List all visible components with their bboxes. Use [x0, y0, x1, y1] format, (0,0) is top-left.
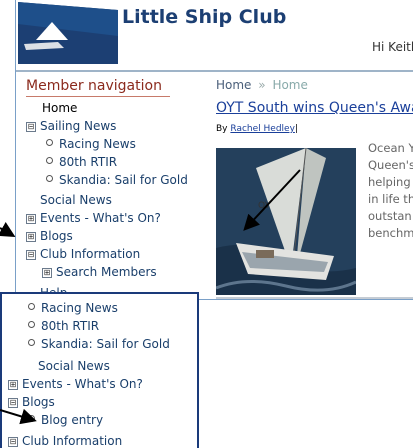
nav-item-sailing-news[interactable]: ⊟ Sailing News	[26, 118, 116, 134]
svg-text:OY: OY	[258, 201, 271, 211]
excerpt-line: in life th	[368, 192, 413, 206]
nav-item-club-information[interactable]: ⊟ Club Information	[8, 433, 122, 448]
excerpt-line: Queen's	[368, 158, 413, 172]
member-navigation-title: Member navigation	[26, 78, 170, 97]
nav-item-label: Blogs	[22, 395, 55, 409]
bullet-icon	[46, 175, 53, 182]
bullet-icon	[28, 303, 35, 310]
nav-item-label: 80th RTIR	[41, 319, 100, 333]
nav-item-label: 80th RTIR	[59, 155, 118, 169]
sailing-yacht-image: OY	[216, 148, 356, 295]
bullet-icon	[28, 415, 35, 422]
navigation-after-screenshot: Racing News 80th RTIR Skandia: Sail for …	[0, 292, 199, 448]
byline-prefix: By	[216, 124, 228, 134]
bullet-icon	[28, 321, 35, 328]
nav-item-blog-entry[interactable]: Blog entry	[28, 412, 103, 428]
nav-item-label: Home	[42, 101, 78, 115]
nav-item-label: Skandia: Sail for Gold	[59, 173, 188, 187]
byline-separator: |	[294, 124, 298, 134]
nav-item-blogs[interactable]: ⊞ Blogs	[26, 228, 73, 244]
article-excerpt: Ocean Y Queen's helping in life th outst…	[368, 140, 413, 242]
breadcrumb-home-link[interactable]: Home	[216, 78, 251, 92]
nav-item-label: Sailing News	[40, 119, 117, 133]
author-link[interactable]: Rachel Hedley	[230, 124, 295, 134]
nav-item-home[interactable]: Home	[42, 100, 77, 116]
nav-item-label: Club Information	[22, 434, 123, 448]
nav-item-label: Search Members	[56, 265, 157, 279]
breadcrumb-separator: »	[258, 78, 266, 92]
excerpt-line: Ocean Y	[368, 141, 413, 155]
breadcrumb-current[interactable]: Home	[272, 78, 307, 92]
nav-item-blogs[interactable]: ⊟ Blogs	[8, 394, 55, 410]
collapse-icon[interactable]: ⊟	[26, 122, 36, 132]
nav-item-80th-rtir[interactable]: 80th RTIR	[28, 318, 99, 334]
nav-item-events[interactable]: ⊞ Events - What's On?	[8, 376, 143, 392]
nav-item-label: Blog entry	[41, 413, 104, 427]
arrow-to-blogs	[0, 222, 16, 238]
expand-icon[interactable]: ⊞	[26, 232, 36, 242]
nav-item-label: Social News	[40, 193, 112, 207]
nav-item-racing-news[interactable]: Racing News	[46, 136, 136, 152]
nav-item-club-information[interactable]: ⊟ Club Information	[26, 246, 140, 262]
nav-item-skandia[interactable]: Skandia: Sail for Gold	[28, 336, 170, 352]
club-flag-logo-icon[interactable]	[18, 2, 118, 64]
nav-item-label: Racing News	[59, 137, 136, 151]
nav-item-label: Events - What's On?	[22, 377, 143, 391]
content-divider	[216, 297, 413, 299]
collapse-icon[interactable]: ⊟	[8, 398, 18, 408]
article-photo[interactable]: OY	[216, 148, 356, 295]
collapse-icon[interactable]: ⊟	[8, 437, 18, 447]
bullet-icon	[46, 157, 53, 164]
user-greeting: Hi Keith	[372, 40, 413, 54]
excerpt-line: benchm	[368, 226, 413, 240]
expand-icon[interactable]: ⊞	[26, 214, 36, 224]
site-header: Little Ship Club Hi Keith	[16, 0, 413, 72]
expand-icon[interactable]: ⊞	[42, 268, 52, 278]
nav-item-racing-news[interactable]: Racing News	[28, 300, 118, 316]
expand-icon[interactable]: ⊞	[8, 380, 18, 390]
breadcrumb: Home » Home	[216, 78, 308, 92]
collapse-icon[interactable]: ⊟	[26, 250, 36, 260]
nav-item-label: Blogs	[40, 229, 73, 243]
nav-item-search-members[interactable]: ⊞ Search Members	[42, 264, 157, 280]
bullet-icon	[46, 139, 53, 146]
nav-item-label: Events - What's On?	[40, 211, 161, 225]
site-name[interactable]: Little Ship Club	[122, 6, 286, 28]
nav-item-80th-rtir[interactable]: 80th RTIR	[46, 154, 117, 170]
article-byline: By Rachel Hedley|	[216, 124, 298, 134]
bullet-icon	[28, 339, 35, 346]
nav-item-label: Social News	[38, 359, 110, 373]
nav-item-events[interactable]: ⊞ Events - What's On?	[26, 210, 161, 226]
nav-item-label: Club Information	[40, 247, 141, 261]
nav-item-label: Skandia: Sail for Gold	[41, 337, 170, 351]
nav-item-skandia[interactable]: Skandia: Sail for Gold	[46, 172, 188, 188]
excerpt-line: outstan	[368, 209, 412, 223]
excerpt-line: helping	[368, 175, 411, 189]
nav-item-social-news[interactable]: Social News	[38, 358, 110, 374]
nav-item-social-news[interactable]: Social News	[40, 192, 112, 208]
article-title-link[interactable]: OYT South wins Queen's Awa	[216, 100, 413, 116]
site-page-screenshot: Little Ship Club Hi Keith Member navigat…	[15, 0, 413, 300]
nav-item-label: Racing News	[41, 301, 118, 315]
